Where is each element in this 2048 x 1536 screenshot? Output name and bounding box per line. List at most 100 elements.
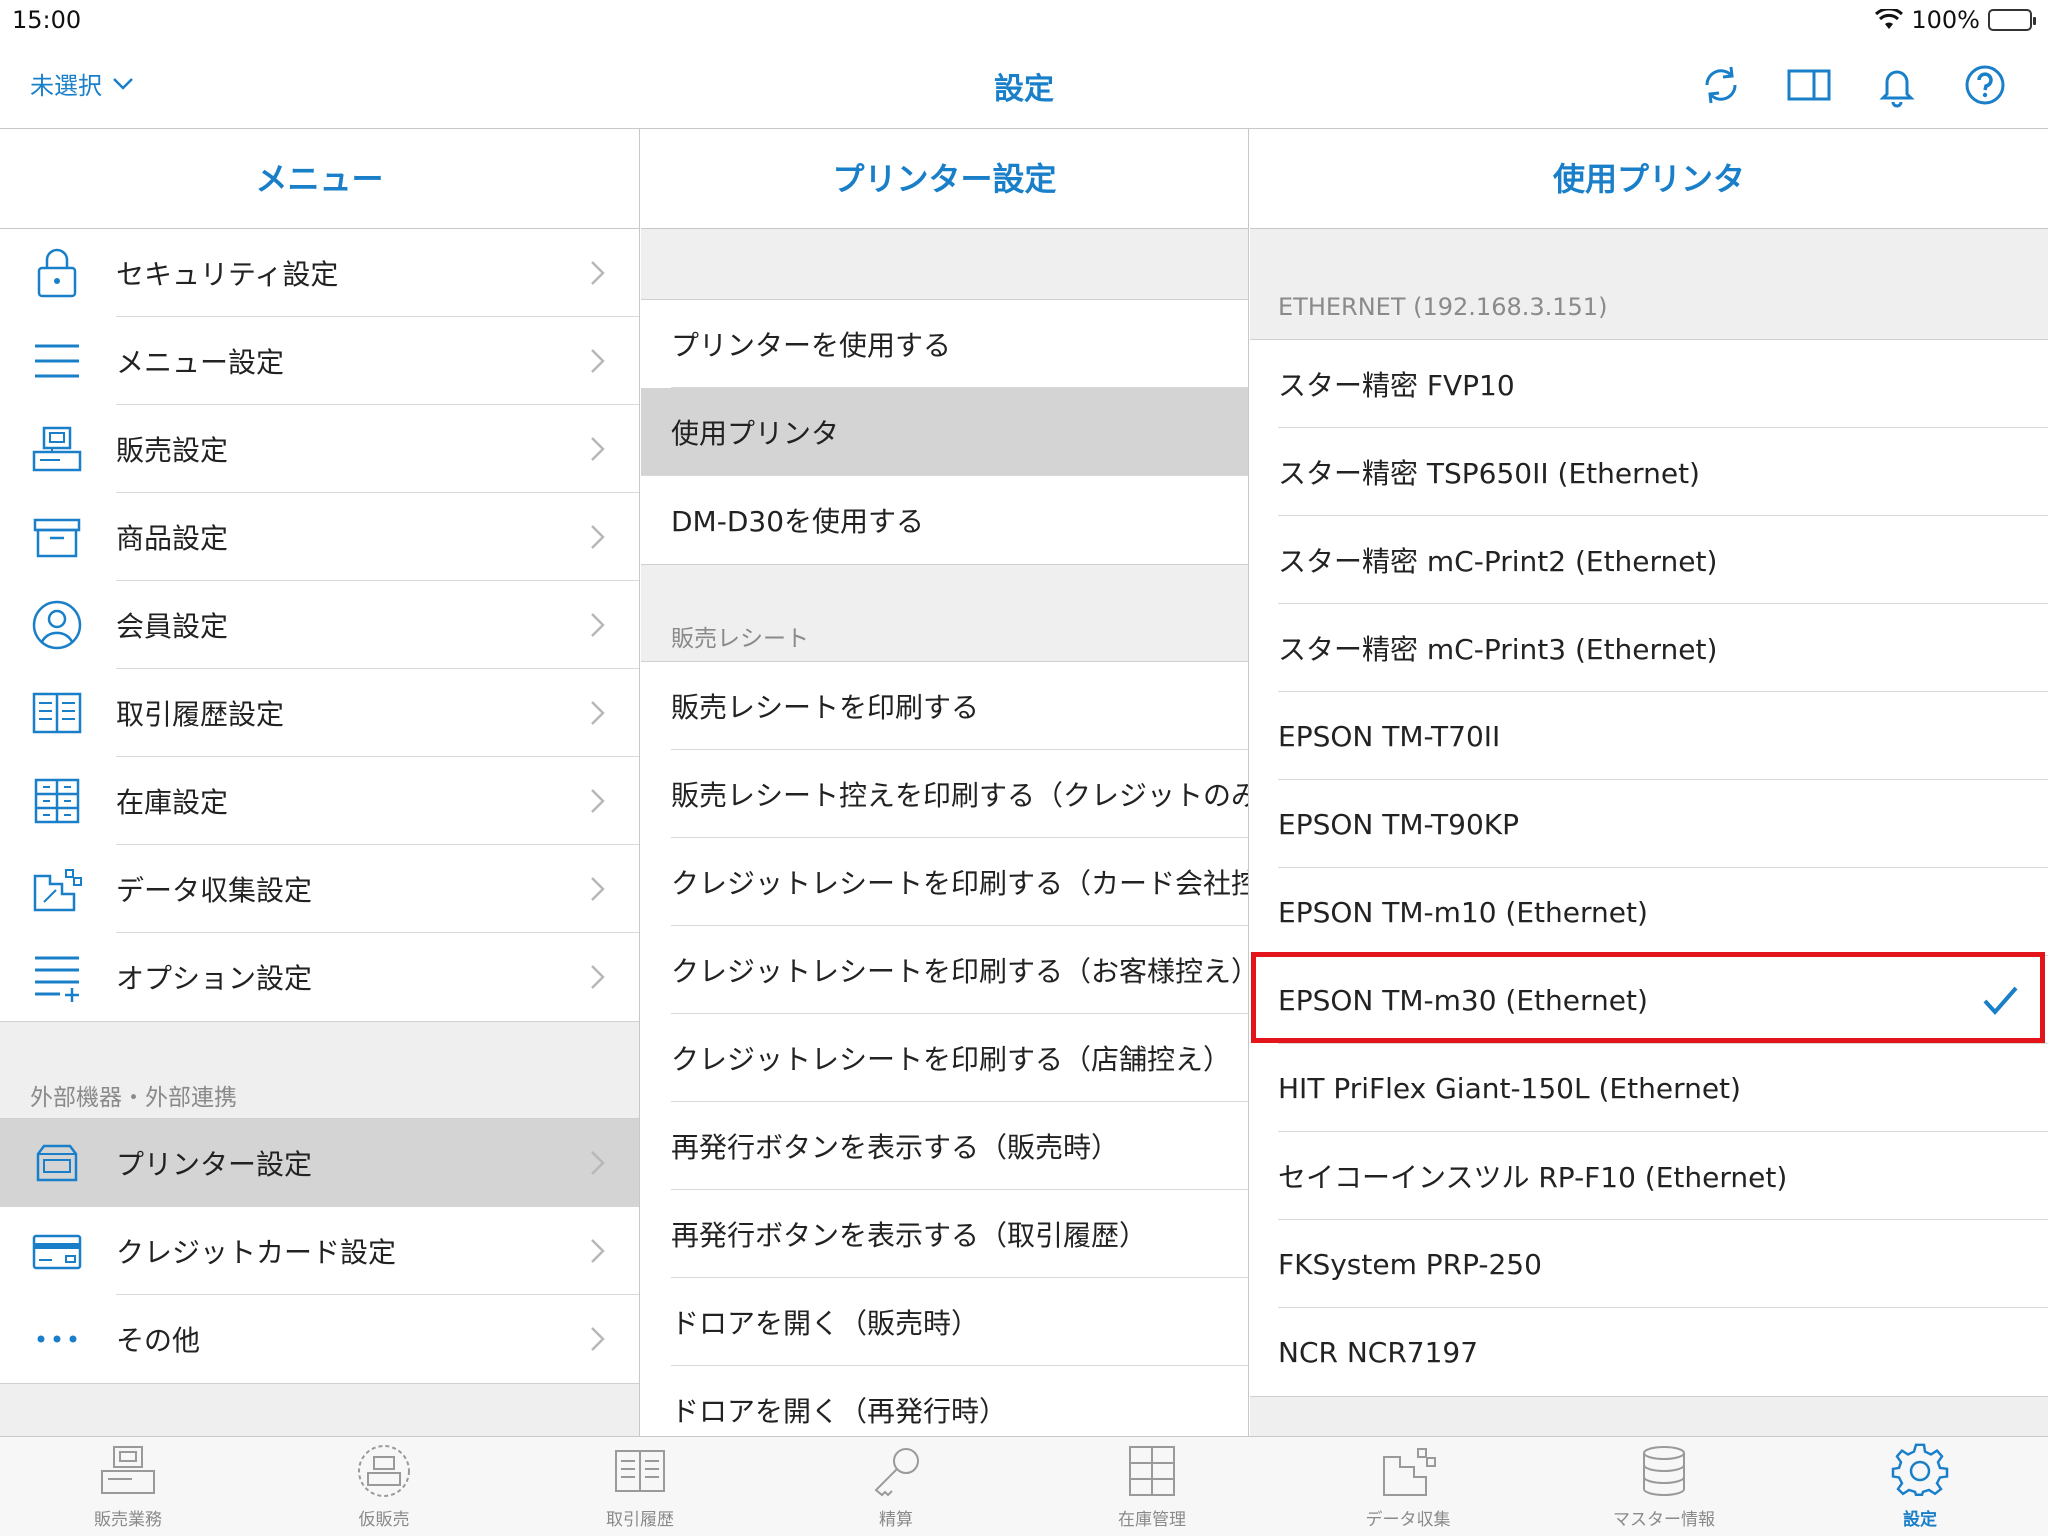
settings-columns: メニュー セキュリティ設定 メニュー設定 販売設定 商品設定 会員設定 取引履歴…: [0, 128, 2048, 1437]
tab-label: 精算: [879, 1510, 913, 1530]
setting-label: 使用プリンタ: [671, 417, 840, 450]
tab-master-info[interactable]: マスター情報: [1536, 1437, 1792, 1536]
menu-item-security[interactable]: セキュリティ設定: [0, 229, 639, 317]
printer-option[interactable]: EPSON TM-T70II: [1250, 692, 2048, 780]
option-list-icon: [35, 956, 79, 1002]
more-icon: [37, 1335, 77, 1343]
cabinet-icon: [1129, 1446, 1175, 1496]
printer-name: スター精密 FVP10: [1278, 369, 1515, 402]
show-reissue-sales-item[interactable]: 再発行ボタンを表示する（販売時）: [641, 1102, 1248, 1190]
menu-item-other[interactable]: その他: [0, 1295, 639, 1383]
tab-label: データ収集: [1365, 1510, 1451, 1530]
printer-option[interactable]: EPSON TM-m10 (Ethernet): [1250, 868, 2048, 956]
printer-option[interactable]: スター精密 TSP650II (Ethernet): [1250, 428, 2048, 516]
printer-option[interactable]: セイコーインスツル RP-F10 (Ethernet): [1250, 1132, 2048, 1220]
menu-item-products[interactable]: 商品設定: [0, 493, 639, 581]
menu-item-label: クレジットカード設定: [116, 1236, 397, 1269]
menu-item-data-collection[interactable]: データ収集設定: [0, 845, 639, 933]
menu-item-label: 在庫設定: [116, 786, 229, 819]
setting-label: ドロアを開く（再発行時）: [671, 1395, 1008, 1428]
lock-icon: [37, 248, 77, 298]
key-icon: [874, 1448, 919, 1497]
nav-actions: [1698, 62, 2008, 108]
chevron-right-icon: [591, 525, 605, 549]
tab-data-collection[interactable]: データ収集: [1280, 1437, 1536, 1536]
battery-percent: 100%: [1911, 6, 1980, 34]
use-dm-d30-item[interactable]: DM-D30を使用する: [641, 476, 1248, 564]
menu-item-label: その他: [116, 1324, 201, 1357]
printer-option[interactable]: FKSystem PRP-250: [1250, 1220, 2048, 1308]
tab-temp-sale[interactable]: 仮販売: [256, 1437, 512, 1536]
printer-option[interactable]: スター精密 mC-Print2 (Ethernet): [1250, 516, 2048, 604]
tab-settings[interactable]: 設定: [1792, 1437, 2048, 1536]
menu-item-menu[interactable]: メニュー設定: [0, 317, 639, 405]
tab-inventory[interactable]: 在庫管理: [1024, 1437, 1280, 1536]
sync-button[interactable]: [1698, 62, 1744, 108]
print-credit-store-item[interactable]: クレジットレシートを印刷する（店舗控え）: [641, 1014, 1248, 1102]
chevron-right-icon: [591, 877, 605, 901]
tab-sales[interactable]: 販売業務: [0, 1437, 256, 1536]
menu-item-sales[interactable]: 販売設定: [0, 405, 639, 493]
printer-option[interactable]: HIT PriFlex Giant-150L (Ethernet): [1250, 1044, 2048, 1132]
printer-settings-list: プリンターを使用する 使用プリンタ DM-D30を使用する: [641, 299, 1248, 565]
menu-item-printer[interactable]: プリンター設定: [0, 1119, 639, 1207]
printer-name: FKSystem PRP-250: [1278, 1247, 1542, 1281]
menu-item-transaction-history[interactable]: 取引履歴設定: [0, 669, 639, 757]
menu-item-label: 取引履歴設定: [116, 698, 285, 731]
database-icon: [1643, 1446, 1685, 1496]
open-drawer-reissue-item[interactable]: ドロアを開く（再発行時）: [641, 1366, 1248, 1437]
setting-label: プリンターを使用する: [671, 329, 952, 362]
split-view-button[interactable]: [1786, 62, 1832, 108]
tab-settlement[interactable]: 精算: [768, 1437, 1024, 1536]
book-icon: [32, 692, 82, 734]
printer-select-item[interactable]: 使用プリンタ: [641, 388, 1248, 476]
section-label-sales-receipt: 販売レシート: [671, 626, 809, 652]
setting-label: クレジットレシートを印刷する（店舗控え）: [671, 1043, 1232, 1076]
chevron-right-icon: [591, 1239, 605, 1263]
menu-item-inventory[interactable]: 在庫設定: [0, 757, 639, 845]
print-sales-receipt-copy-item[interactable]: 販売レシート控えを印刷する（クレジットのみ）: [641, 750, 1248, 838]
print-credit-card-company-item[interactable]: クレジットレシートを印刷する（カード会社控え）: [641, 838, 1248, 926]
chevron-right-icon: [591, 701, 605, 725]
printer-option[interactable]: スター精密 mC-Print3 (Ethernet): [1250, 604, 2048, 692]
status-bar: 15:00 100%: [0, 0, 2048, 40]
print-credit-customer-item[interactable]: クレジットレシートを印刷する（お客様控え）: [641, 926, 1248, 1014]
bell-icon: [1879, 70, 1915, 108]
printer-option-selected[interactable]: EPSON TM-m30 (Ethernet): [1250, 956, 2048, 1044]
show-reissue-history-item[interactable]: 再発行ボタンを表示する（取引履歴）: [641, 1190, 1248, 1278]
chevron-right-icon: [591, 1327, 605, 1351]
help-button[interactable]: [1962, 62, 2008, 108]
chevron-right-icon: [591, 789, 605, 813]
chevron-right-icon: [591, 613, 605, 637]
tab-label: 設定: [1903, 1510, 1937, 1530]
chevron-right-icon: [591, 965, 605, 989]
printer-option[interactable]: NCR NCR7197: [1250, 1308, 2048, 1396]
menu-item-credit-card[interactable]: クレジットカード設定: [0, 1207, 639, 1295]
menu-item-label: オプション設定: [116, 962, 313, 995]
status-time: 15:00: [12, 6, 82, 34]
open-drawer-sales-item[interactable]: ドロアを開く（販売時）: [641, 1278, 1248, 1366]
print-sales-receipt-item[interactable]: 販売レシートを印刷する: [641, 662, 1248, 750]
temp-sale-icon: [358, 1445, 410, 1497]
setting-label: クレジットレシートを印刷する（カード会社控え）: [671, 867, 1248, 900]
menu-item-options[interactable]: オプション設定: [0, 933, 639, 1021]
notification-button[interactable]: [1874, 62, 1920, 108]
setting-label: ドロアを開く（販売時）: [671, 1307, 980, 1340]
box-icon: [33, 518, 81, 558]
menu-list: セキュリティ設定 メニュー設定 販売設定 商品設定 会員設定 取引履歴設定 在庫…: [0, 229, 639, 1022]
chevron-right-icon: [591, 1151, 605, 1175]
use-printer-item[interactable]: プリンターを使用する: [641, 300, 1248, 388]
tab-history[interactable]: 取引履歴: [512, 1437, 768, 1536]
setting-label: 再発行ボタンを表示する（取引履歴）: [671, 1219, 1148, 1252]
printer-option[interactable]: EPSON TM-T90KP: [1250, 780, 2048, 868]
printer-settings-column: プリンター設定 プリンターを使用する 使用プリンタ DM-D30を使用する 販売…: [641, 129, 1249, 1437]
menu-item-members[interactable]: 会員設定: [0, 581, 639, 669]
split-view-icon: [1787, 69, 1831, 101]
data-collect-icon: [1383, 1448, 1436, 1496]
status-right: 100%: [1875, 6, 2036, 34]
printer-name: セイコーインスツル RP-F10 (Ethernet): [1278, 1161, 1788, 1194]
printer-option[interactable]: スター精密 FVP10: [1250, 340, 2048, 428]
printer-name: EPSON TM-T70II: [1278, 719, 1501, 753]
menu-item-label: セキュリティ設定: [116, 258, 339, 291]
printer-name: NCR NCR7197: [1278, 1335, 1479, 1369]
